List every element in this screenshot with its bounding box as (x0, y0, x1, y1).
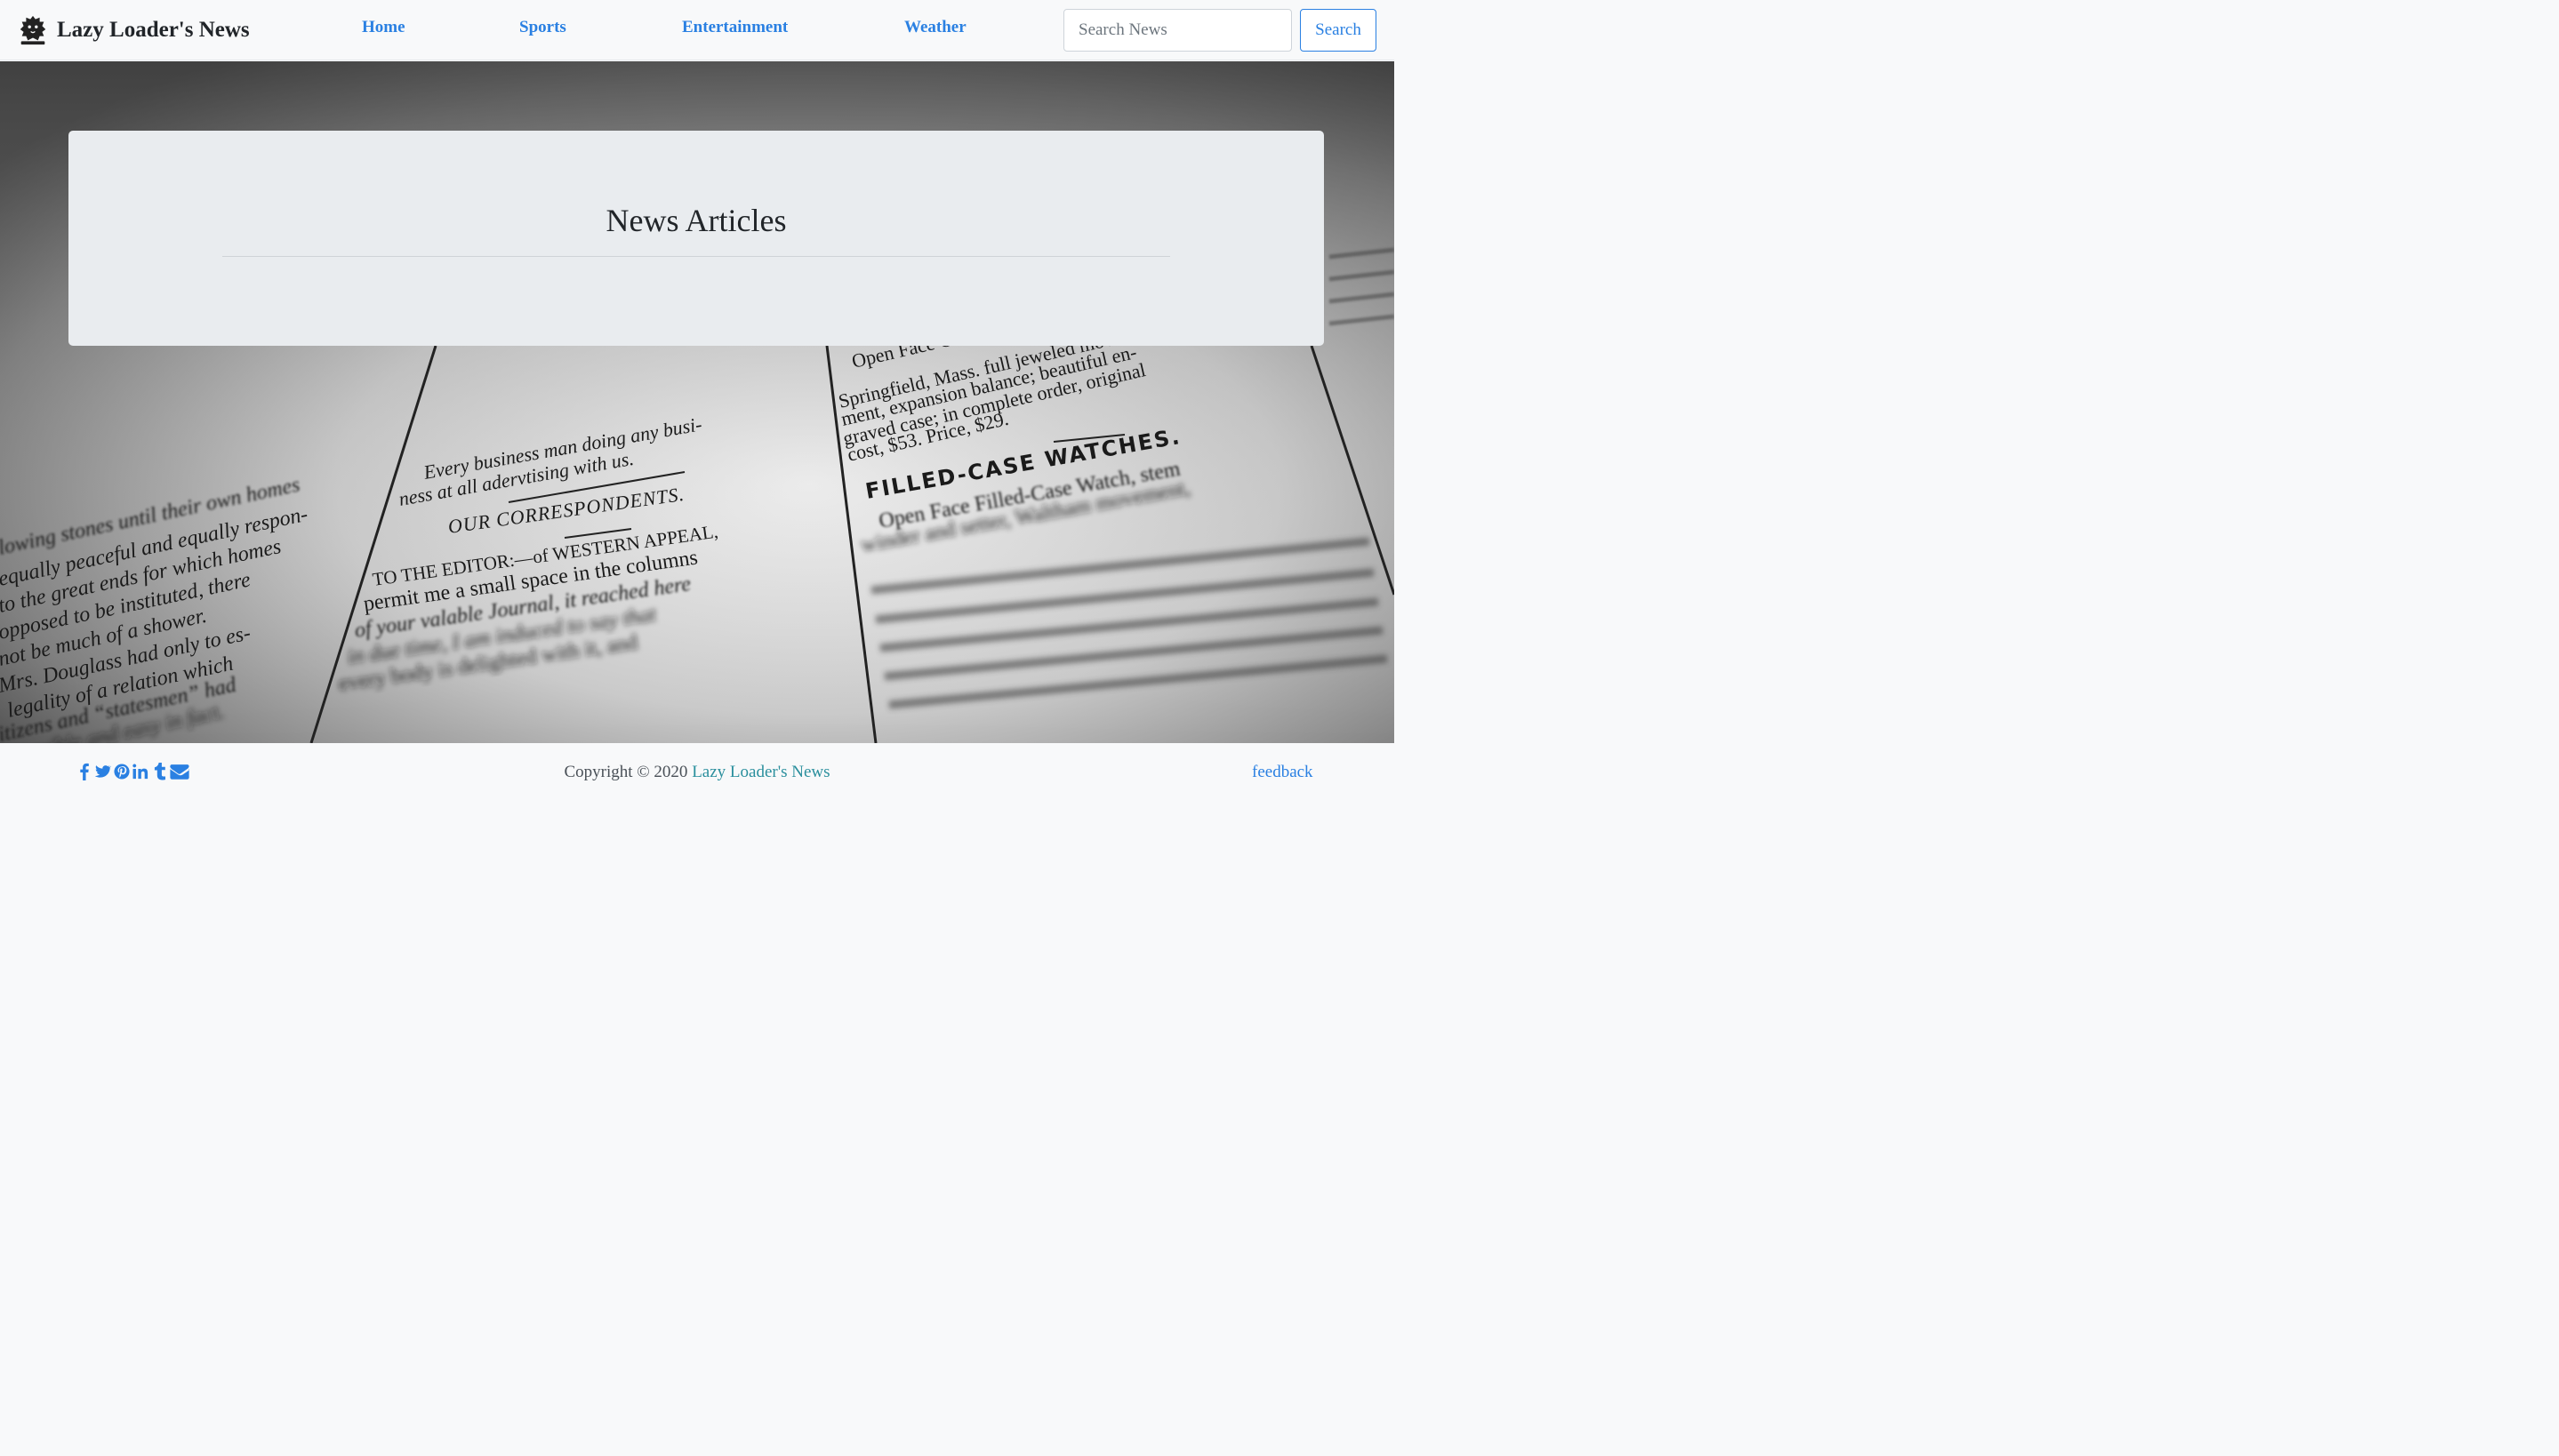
page-title: News Articles (606, 203, 787, 238)
nav-sports[interactable]: Sports (519, 18, 566, 37)
jumbotron: News Articles (68, 131, 1324, 346)
search-button[interactable]: Search (1300, 9, 1376, 52)
nav-home[interactable]: Home (362, 18, 405, 37)
hero-section: lowing stones until their own homes equa… (0, 61, 1394, 743)
facebook-icon[interactable] (76, 763, 92, 780)
search-input[interactable] (1063, 9, 1292, 52)
feedback-link[interactable]: feedback (1252, 763, 1313, 782)
navbar: Lazy Loader's News Home Sports Entertain… (0, 0, 1394, 60)
divider (222, 256, 1170, 257)
tumblr-icon[interactable] (151, 762, 167, 780)
brand-link[interactable]: Lazy Loader's News (16, 12, 250, 48)
envelope-icon[interactable] (170, 763, 191, 780)
linkedin-icon[interactable] (132, 763, 148, 780)
social-links (76, 762, 191, 780)
copyright-brand-link[interactable]: Lazy Loader's News (692, 763, 830, 781)
twitter-icon[interactable] (94, 763, 112, 780)
pinterest-icon[interactable] (114, 763, 130, 780)
nav-weather[interactable]: Weather (904, 18, 967, 37)
nav-entertainment[interactable]: Entertainment (682, 18, 788, 37)
lion-crest-icon (20, 15, 46, 45)
brand-name: Lazy Loader's News (57, 18, 250, 42)
